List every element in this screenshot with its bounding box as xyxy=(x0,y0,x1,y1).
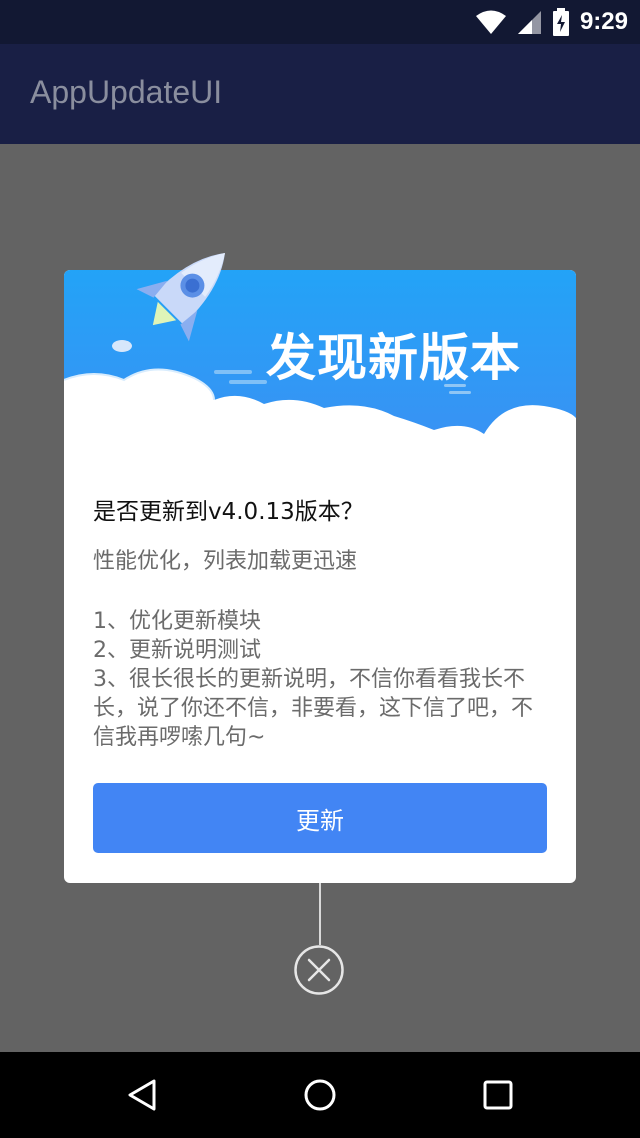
release-note-item: 2、更新说明测试 xyxy=(93,638,261,663)
dialog-body: 是否更新到v4.0.13版本？ 性能优化，列表加载更迅速 1、优化更新模块 2、… xyxy=(93,495,553,752)
release-note-item: 1、优化更新模块 xyxy=(93,609,261,634)
release-note-item: 3、很长很长的更新说明，不信你看看我长不长，说了你还不信，非要看，这下信了吧，不… xyxy=(93,667,534,750)
signal-icon xyxy=(517,11,541,34)
status-bar: 9:29 xyxy=(0,0,640,44)
clock: 9:29 xyxy=(579,8,628,35)
status-icons: 9:29 xyxy=(475,6,628,38)
close-circle-icon[interactable] xyxy=(294,945,344,995)
release-notes: 1、优化更新模块 2、更新说明测试 3、很长很长的更新说明，不信你看看我长不长，… xyxy=(93,607,553,752)
update-button[interactable]: 更新 xyxy=(93,783,547,853)
update-question: 是否更新到v4.0.13版本？ xyxy=(93,499,364,525)
update-dialog: 发现新版本 是否更新到v4.0.13版本？ 性能优化，列表加载更迅速 1、优化更… xyxy=(64,253,576,883)
rocket-icon xyxy=(112,253,225,352)
update-summary: 性能优化，列表加载更迅速 xyxy=(93,549,358,574)
home-icon[interactable] xyxy=(303,1078,337,1112)
close-connector-line xyxy=(319,883,321,945)
navigation-bar xyxy=(0,1052,640,1138)
wifi-icon xyxy=(475,10,506,34)
app-bar: AppUpdateUI xyxy=(0,44,640,144)
back-icon[interactable] xyxy=(126,1078,158,1112)
battery-charging-icon xyxy=(552,8,569,36)
recents-icon[interactable] xyxy=(482,1078,514,1112)
app-title: AppUpdateUI xyxy=(30,74,223,110)
dialog-headline: 发现新版本 xyxy=(266,329,521,387)
